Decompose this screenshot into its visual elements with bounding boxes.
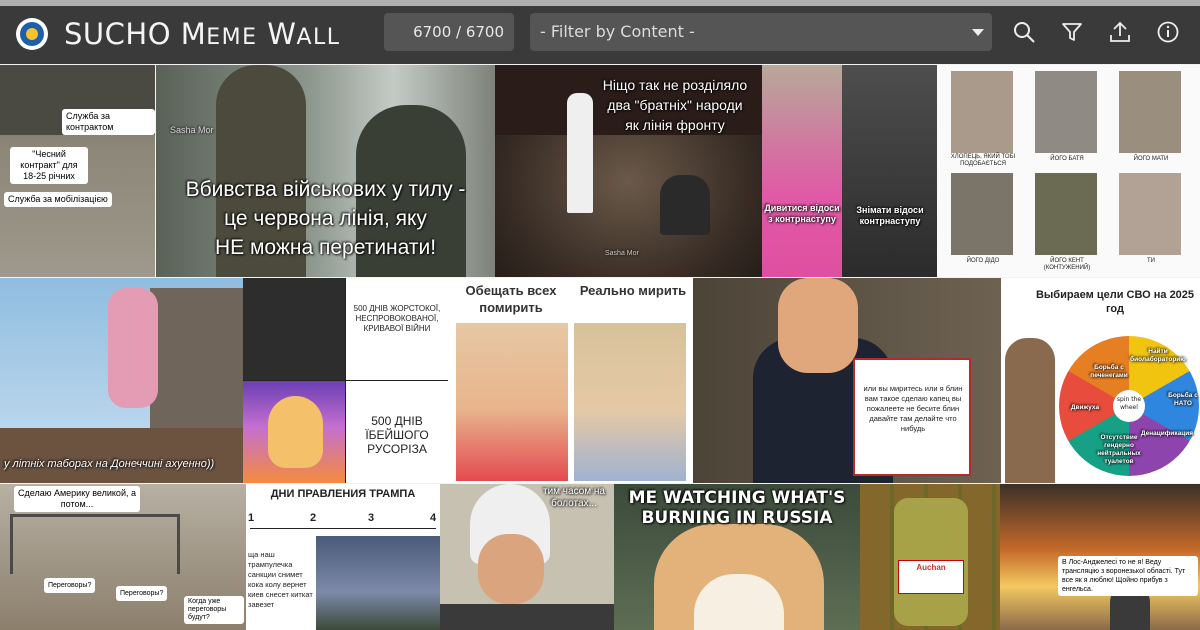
meme-caption: ЙОГО БАТЯ (1050, 156, 1084, 162)
meme-figure (243, 278, 345, 380)
meme-caption: "Чесний контракт" для 18-25 річних (10, 147, 88, 184)
meme-tile-front-line[interactable]: Ніщо так не розділяло два "братніх" народ… (495, 65, 762, 277)
meme-figure (660, 175, 710, 235)
wheel-segment-label: Борьба с НАТО (1168, 392, 1198, 407)
meme-figure (1119, 71, 1181, 153)
meme-caption: Обещать всех помирить (465, 283, 557, 315)
meme-caption: Выбираем цели СВО на 2025 год (1035, 289, 1195, 315)
meme-tile-rambo[interactable]: Sasha Mor Вбивства військових у тилу - це… (156, 65, 495, 277)
meme-tile-negotiations[interactable]: Сделаю Америку великой, а потом... Перег… (0, 484, 246, 630)
wojak-face (268, 396, 323, 468)
sucho-logo[interactable] (16, 18, 48, 50)
meme-tile-doge[interactable]: ME WATCHING WHAT'S BURNING IN RUSSIA (614, 484, 860, 630)
meme-counter: 6700 / 6700 (384, 13, 514, 51)
info-icon[interactable] (1156, 20, 1180, 44)
meme-tile-family[interactable]: ХЛОПЕЦЬ, ЯКИЙ ТОБІ ПОДОБАЄТЬСЯ ЙОГО БАТЯ… (937, 65, 1200, 277)
meme-figure (951, 173, 1013, 255)
meme-figure (478, 534, 544, 604)
meme-figure (1035, 71, 1097, 153)
meme-caption: Дивитися відоси з контрнаступу (764, 203, 840, 224)
upload-icon[interactable] (1108, 20, 1132, 44)
meme-caption: Служба за контрактом (62, 109, 155, 135)
timeline-tick: 4 (430, 512, 437, 524)
meme-figure (842, 65, 937, 277)
meme-caption: Служба за мобілізацією (4, 192, 112, 207)
search-icon[interactable] (1012, 20, 1036, 44)
meme-tile-contracts[interactable]: Служба за контрактом "Чесний контракт" д… (0, 65, 155, 277)
meme-caption: Переговоры? (116, 586, 168, 601)
meme-tile-anime-sniper[interactable]: у літніх таборах на Донеччині ахуенно)) (0, 278, 243, 483)
meme-tile-trump-days[interactable]: ДНИ ПРАВЛЕНИЯ ТРАМПА 1 2 3 4 ща наш трам… (246, 484, 440, 630)
meme-figure (762, 65, 842, 277)
meme-background (10, 514, 180, 574)
meme-figure (456, 323, 568, 481)
meme-background (0, 428, 243, 483)
divider (243, 380, 448, 381)
meme-tile-fire[interactable]: В Лос-Анджелесі то не я! Веду трансляцію… (1000, 484, 1200, 630)
meme-caption: Ніщо так не розділяло два "братніх" народ… (602, 77, 748, 133)
meme-watermark: Sasha Mor (170, 125, 214, 135)
timeline-axis (250, 528, 436, 529)
meme-watermark: Sasha Mor (605, 250, 639, 257)
meme-figure (108, 288, 158, 408)
meme-figure (574, 323, 686, 481)
meme-caption: ХЛОПЕЦЬ, ЯКИЙ ТОБІ ПОДОБАЄТЬСЯ (950, 154, 1016, 167)
wheel-segment-label: Борьба с печенегами (1090, 364, 1128, 379)
meme-caption: Знімати відоси контрнаступу (856, 205, 924, 226)
meme-caption: ME WATCHING WHAT'S BURNING IN RUSSIA (628, 488, 846, 528)
meme-figure (778, 278, 858, 373)
jar-label: Auchan (898, 560, 964, 594)
meme-caption: у літніх таборах на Донеччині ахуенно)) (4, 458, 215, 470)
chevron-down-icon (972, 29, 984, 36)
timeline-tick: 2 (310, 512, 317, 524)
filter-icon[interactable] (1060, 20, 1084, 44)
meme-caption: Реально мирить (579, 283, 687, 298)
held-sign: или вы миритесь или я блин вам такое сде… (853, 358, 971, 476)
wheel-segment-label: Движуха (1070, 404, 1100, 411)
meme-figure (1035, 173, 1097, 255)
meme-tile-girls[interactable]: Обещать всех помирить Реально мирить (448, 278, 693, 483)
meme-caption: ЙОГО МАТИ (1133, 156, 1169, 162)
meme-caption: тим часом на болотах... (542, 486, 605, 509)
meme-caption: или вы миритесь или я блин вам такое сде… (863, 384, 963, 433)
meme-caption: ЙОГО КЕНТ (КОНТУЖЕНИЙ) (1043, 258, 1091, 271)
meme-caption: 500 ДНІВ ЖОРСТОКОЇ, НЕСПРОВОКОВАНОЇ, КРИ… (353, 304, 441, 333)
content-filter-select[interactable]: - Filter by Content - (530, 13, 992, 51)
wheel-center: spin the wheel (1113, 390, 1145, 422)
app-header: SUCHO MEME WALL 6700 / 6700 - Filter by … (0, 0, 1200, 64)
app-title: SUCHO MEME WALL (64, 17, 341, 51)
meme-caption: ТИ (1147, 258, 1155, 264)
wheel-segment-label: Найти биолабораторию (1130, 348, 1186, 363)
meme-tile-500-days[interactable]: 500 ДНІВ ЖОРСТОКОЇ, НЕСПРОВОКОВАНОЇ, КРИ… (243, 278, 448, 483)
meme-figure (951, 71, 1013, 153)
timeline-tick: 1 (248, 512, 255, 524)
brand-name: Auchan (916, 563, 946, 572)
meme-caption: Когда уже переговоры будут? (184, 596, 244, 624)
meme-caption: Вбивства військових у тилу - це червона л… (185, 178, 466, 259)
filter-placeholder: - Filter by Content - (540, 22, 695, 41)
meme-caption: ЙОГО ДІДО (966, 258, 1000, 264)
meme-figure (1005, 338, 1055, 483)
meme-figure (316, 536, 440, 630)
meme-tile-trump-sign[interactable]: или вы миритесь или я блин вам такое сде… (693, 278, 1001, 483)
timeline-tick: 3 (368, 512, 375, 524)
meme-tile-counteroffensive[interactable]: Дивитися відоси з контрнаступу Знімати в… (762, 65, 937, 277)
meme-caption: В Лос-Анджелесі то не я! Веду трансляцію… (1058, 556, 1198, 596)
meme-caption: ДНИ ПРАВЛЕНИЯ ТРАМПА (270, 488, 416, 500)
wheel-segment-label: Отсутствие гендерно нейтральных туалетов (1097, 434, 1141, 465)
meme-caption: 500 ДНІВ ЇБЕЙШОГО РУСОРІЗА (365, 414, 429, 456)
meme-tile-wheel[interactable]: Выбираем цели СВО на 2025 год spin the w… (1001, 278, 1200, 483)
meme-tile-patriarch[interactable]: тим часом на болотах... (440, 484, 614, 630)
meme-caption: Переговоры? (44, 578, 96, 593)
meme-figure (1119, 173, 1181, 255)
meme-tile-olives[interactable]: Auchan (860, 484, 1000, 630)
meme-figure (440, 604, 614, 630)
meme-caption: Сделаю Америку великой, а потом... (14, 486, 140, 512)
meme-caption: ща наш трампулечка санкции снимет кока к… (248, 550, 313, 609)
